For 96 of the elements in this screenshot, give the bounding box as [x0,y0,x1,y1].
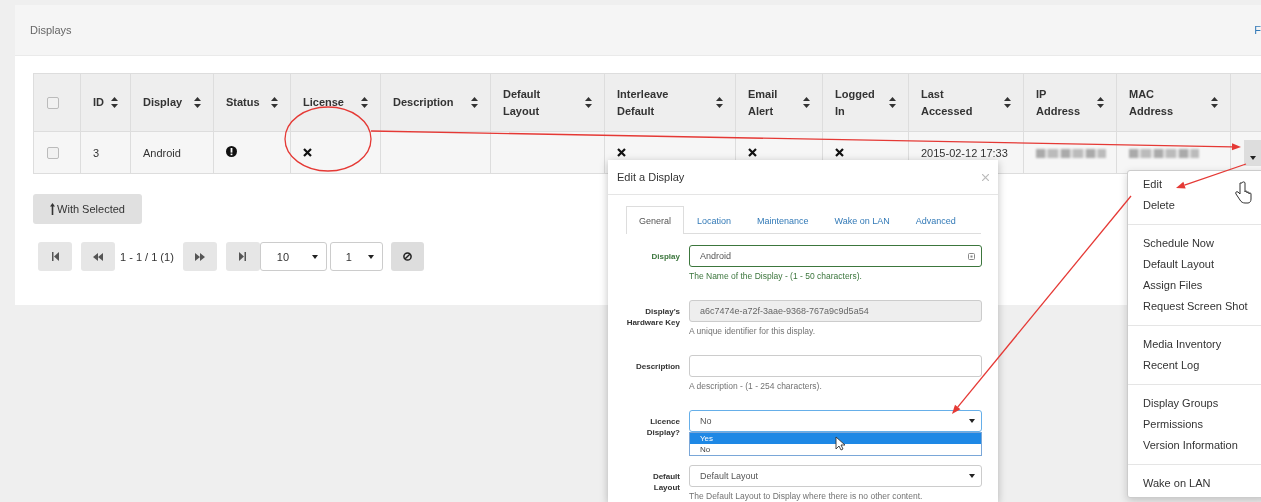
caret-icon [969,419,975,423]
column-header[interactable]: Status [213,73,291,132]
column-header[interactable]: Default Layout [490,73,605,132]
cross-icon [303,147,312,157]
checkbox[interactable] [47,147,59,160]
checkbox[interactable] [47,97,59,110]
arrow-up-icon [50,203,56,215]
table-cell: Android [130,131,214,174]
option[interactable]: No [690,444,981,455]
tab[interactable]: General [626,206,685,234]
column-header[interactable]: Logged In [822,73,909,132]
column-header[interactable]: Interleave Default [604,73,736,132]
page-select[interactable]: 1 [329,242,383,271]
tab[interactable]: Maintenance [744,206,822,234]
link[interactable]: F [1254,24,1261,36]
pointer-cursor-icon [835,436,846,451]
cross-icon [748,147,757,157]
column-header[interactable]: MAC Address [1116,73,1231,132]
cross-icon [617,147,626,157]
menu-item[interactable]: Assign Files [1128,275,1261,296]
menu-item[interactable]: Default Layout [1128,254,1261,275]
blurred-value [1036,149,1106,159]
sort-icon [271,97,278,108]
column-header[interactable]: Description [380,73,491,132]
help-text: The Name of the Display - (1 - 50 characters). [689,271,863,282]
sort-icon [1211,97,1218,108]
field-label: Description [635,361,680,373]
menu-item[interactable]: Media Inventory [1128,334,1261,355]
cross-icon [835,147,844,157]
menu-item[interactable]: Wake on LAN [1128,473,1261,494]
panel-title: Displays [30,24,72,36]
text-field[interactable]: Android [689,245,982,267]
caret-icon [311,254,318,259]
menu-item[interactable]: Permissions [1128,414,1261,435]
rewind-icon [93,252,103,261]
table-cell: 3 [80,131,131,174]
tab[interactable]: Wake on LAN [821,206,903,234]
caret-icon [1250,155,1256,160]
next-page-button[interactable] [182,242,217,271]
text-field[interactable] [689,355,982,377]
help-text: The Default Layout to Display where there is no other content. [689,491,924,502]
column-header[interactable]: Last Accessed [908,73,1024,132]
menu-item[interactable]: Display Groups [1128,393,1261,414]
previous-page-button[interactable] [81,242,115,271]
hand-cursor-icon [1235,181,1252,204]
menu-item[interactable]: Edit [1128,174,1261,195]
annotation-arrow [1176,163,1247,189]
cancel-circle-icon [402,252,412,261]
select-field[interactable]: Default Layout [689,465,982,487]
modal-title: Edit a Display [617,171,685,183]
help-text: A unique identifier for this display. [689,326,816,337]
square-icon [968,252,975,260]
last-page-icon [239,252,247,261]
menu-item[interactable]: Request Screen Shot [1128,296,1261,317]
caret-icon [367,254,374,259]
page-size-select[interactable]: 10 [259,242,327,271]
sort-icon [585,97,592,108]
sort-icon [1004,97,1011,108]
tab[interactable]: Advanced [902,206,969,234]
fast-forward-icon [194,252,205,261]
reset-button[interactable] [390,242,424,271]
menu-item[interactable]: Schedule Now [1128,233,1261,254]
row-actions-button[interactable] [1244,139,1261,166]
menu-item[interactable]: Delete [1128,195,1261,216]
field-label: Licence Display? [645,416,680,438]
close-icon [982,174,989,181]
sort-icon [194,97,201,108]
column-header[interactable]: Email Alert [735,73,823,132]
field-label: Default Layout [651,471,680,494]
help-text: A description - (1 - 254 characters). [689,381,823,392]
sort-icon [889,97,896,108]
blurred-value [1129,149,1199,159]
tab[interactable]: Location [684,206,745,234]
first-page-icon [51,252,59,261]
field-label: Display [650,251,680,263]
sort-icon [111,97,118,108]
column-header[interactable]: License [290,73,381,132]
field-label: Display's Hardware Key [626,306,680,329]
with-selected-button[interactable]: With Selected [33,194,142,224]
caret-icon [969,474,975,478]
sort-icon [716,97,723,108]
sort-icon [803,97,810,108]
column-header[interactable]: Display [130,73,214,132]
select-field[interactable]: No [689,410,982,432]
menu-item[interactable]: Recent Log [1128,355,1261,376]
page-range: 1 - 1 / 1 (1) [120,250,174,263]
menu-item[interactable]: Version Information [1128,435,1261,456]
option[interactable]: Yes [690,433,981,444]
column-header[interactable]: IP Address [1023,73,1117,132]
last-page-button[interactable] [225,242,260,271]
sort-icon [1097,97,1104,108]
exclamation-circle-icon [226,146,237,157]
sort-icon [361,97,368,108]
column-header[interactable]: ID [80,73,131,132]
first-page-button[interactable] [38,242,72,271]
sort-icon [471,97,478,108]
